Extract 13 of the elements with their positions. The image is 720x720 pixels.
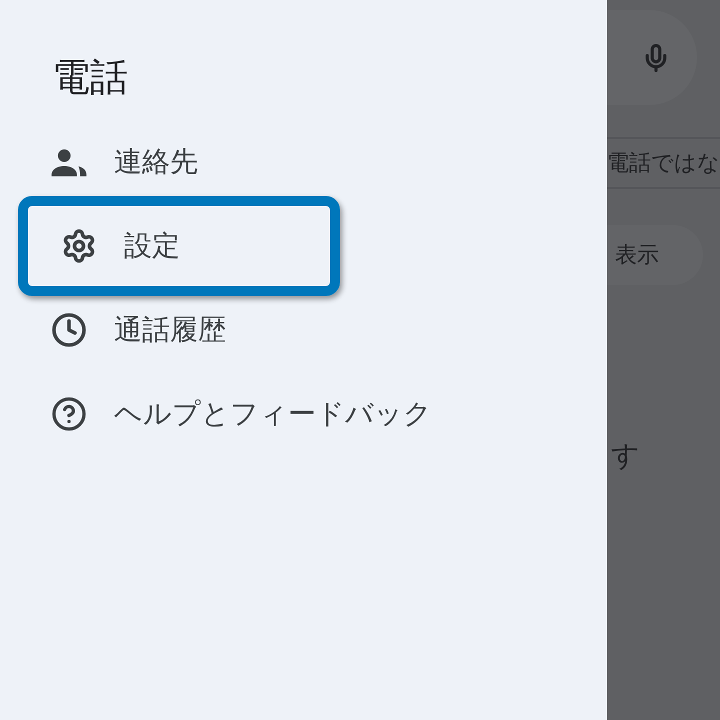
settings-icon bbox=[61, 228, 97, 264]
menu-label: 通話履歴 bbox=[114, 312, 226, 348]
menu-label: 設定 bbox=[124, 228, 180, 264]
mic-button[interactable] bbox=[607, 10, 697, 105]
menu-label: ヘルプとフィードバック bbox=[114, 396, 432, 432]
message-text: す bbox=[611, 438, 641, 474]
menu-item[interactable]: 設定 bbox=[18, 196, 340, 296]
clock-icon bbox=[51, 312, 87, 348]
banner-text: 電話ではな bbox=[607, 150, 720, 178]
menu-item[interactable]: ヘルプとフィードバック bbox=[18, 372, 440, 456]
drawer-title: 電話 bbox=[52, 54, 128, 101]
menu-label: 連絡先 bbox=[114, 144, 198, 180]
help-icon bbox=[51, 396, 87, 432]
